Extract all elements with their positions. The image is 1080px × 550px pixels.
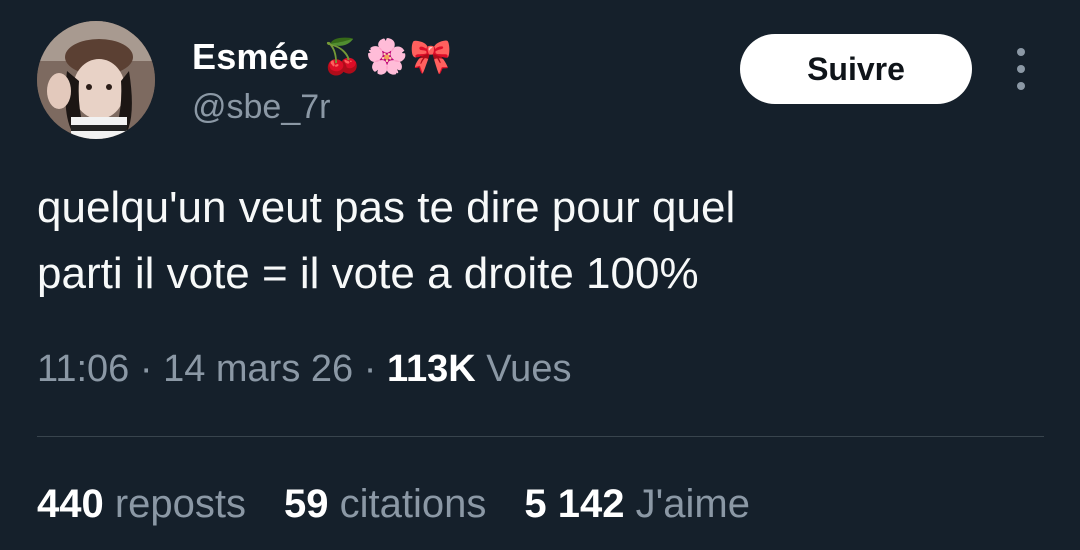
more-vertical-icon-dot bbox=[1017, 65, 1025, 73]
cherry-blossom-icon: 🌸 bbox=[365, 37, 408, 77]
reposts-label: reposts bbox=[103, 482, 247, 526]
tweet-time[interactable]: 11:06 bbox=[37, 348, 129, 390]
ribbon-icon: 🎀 bbox=[409, 37, 453, 77]
meta-separator: · bbox=[129, 348, 164, 390]
likes-count: 5 142 bbox=[524, 482, 625, 526]
divider bbox=[37, 436, 1044, 437]
display-name[interactable]: Esmée bbox=[192, 36, 309, 78]
meta-separator: · bbox=[353, 348, 387, 390]
cherry-icon: 🍒 bbox=[321, 37, 364, 77]
tweet-text-line: quelqu'un veut pas te dire pour quel bbox=[37, 183, 736, 232]
tweet-date[interactable]: 14 mars 26 bbox=[163, 348, 353, 390]
tweet-meta: 11:06 · 14 mars 26 · 113K Vues bbox=[37, 348, 571, 391]
more-options-button[interactable] bbox=[1006, 48, 1036, 90]
likes-label: J'aime bbox=[624, 482, 750, 526]
likes-stat[interactable]: 5 142 J'aime bbox=[524, 482, 750, 527]
views-label: Vues bbox=[475, 348, 572, 390]
views-count: 113K bbox=[386, 348, 476, 390]
avatar[interactable] bbox=[37, 21, 155, 139]
author-handle[interactable]: @sbe_7r bbox=[192, 88, 330, 127]
engagement-stats: 440 reposts 59 citations 5 142 J'aime bbox=[37, 482, 750, 527]
tweet-text: quelqu'un veut pas te dire pour quel par… bbox=[37, 175, 1037, 307]
reposts-count: 440 bbox=[37, 482, 104, 526]
quotes-label: citations bbox=[328, 482, 487, 526]
more-vertical-icon-dot bbox=[1017, 48, 1025, 56]
more-vertical-icon-dot bbox=[1017, 82, 1025, 90]
reposts-stat[interactable]: 440 reposts bbox=[37, 482, 246, 527]
profile-photo bbox=[37, 21, 155, 139]
tweet-text-line: parti il vote = il vote a droite 100% bbox=[37, 249, 699, 298]
follow-button[interactable]: Suivre bbox=[740, 34, 972, 104]
quotes-count: 59 bbox=[284, 482, 329, 526]
quotes-stat[interactable]: 59 citations bbox=[284, 482, 486, 527]
author-name-row[interactable]: Esmée 🍒 🌸 🎀 bbox=[192, 32, 452, 82]
name-emoji-group: 🍒 🌸 🎀 bbox=[321, 40, 452, 74]
